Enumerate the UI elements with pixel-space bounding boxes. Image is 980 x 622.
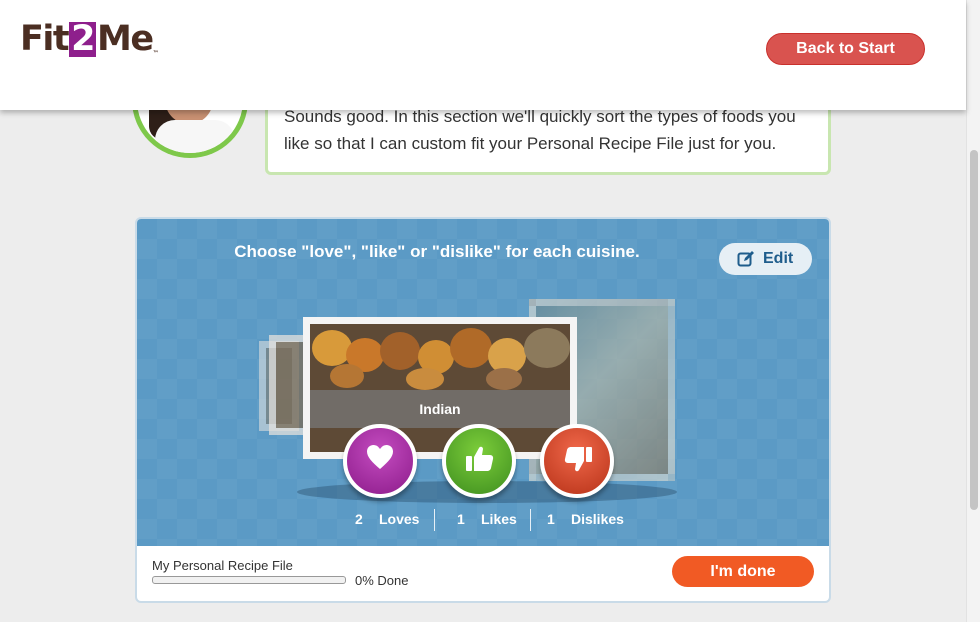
loves-count: 2: [355, 511, 363, 527]
like-button[interactable]: [442, 424, 516, 498]
recipe-progress-bar: [152, 576, 346, 584]
thumbs-down-icon: [564, 447, 592, 472]
dislikes-label: Dislikes: [571, 511, 624, 527]
logo-text-num: 2: [69, 19, 96, 59]
back-to-start-button[interactable]: Back to Start: [766, 33, 925, 65]
edit-icon: [737, 251, 754, 267]
logo-text-right: Me: [97, 19, 154, 59]
heart-icon: [367, 445, 393, 469]
cuisine-panel: Choose "love", "like" or "dislike" for e…: [137, 219, 829, 546]
top-header: Fit2Me™ Back to Start: [0, 0, 966, 110]
likes-label: Likes: [481, 511, 517, 527]
count-divider: [434, 509, 435, 531]
count-divider: [530, 509, 531, 531]
dislikes-count: 1: [547, 511, 555, 527]
cuisine-name: Indian: [310, 390, 570, 428]
thumbs-up-icon: [466, 446, 494, 471]
likes-count: 1: [457, 511, 465, 527]
fit2me-logo[interactable]: Fit2Me™: [20, 22, 159, 57]
cuisine-sorter-card: Choose "love", "like" or "dislike" for e…: [135, 217, 831, 603]
logo-trademark: ™: [152, 50, 159, 57]
page-scrollbar[interactable]: [966, 0, 980, 622]
edit-button[interactable]: Edit: [719, 243, 812, 275]
dislike-button[interactable]: [540, 424, 614, 498]
progress-percent-text: 0% Done: [355, 573, 409, 588]
loves-label: Loves: [379, 511, 420, 527]
im-done-button[interactable]: I'm done: [672, 556, 814, 587]
cuisine-card-current[interactable]: Indian: [303, 317, 577, 459]
logo-text-left: Fit: [20, 19, 70, 59]
speech-text: Sounds good. In this section we'll quick…: [284, 107, 796, 153]
scrollbar-thumb[interactable]: [970, 150, 978, 510]
love-button[interactable]: [343, 424, 417, 498]
cuisine-instruction: Choose "love", "like" or "dislike" for e…: [234, 242, 640, 261]
recipe-file-label: My Personal Recipe File: [152, 558, 293, 573]
edit-label: Edit: [763, 250, 794, 267]
